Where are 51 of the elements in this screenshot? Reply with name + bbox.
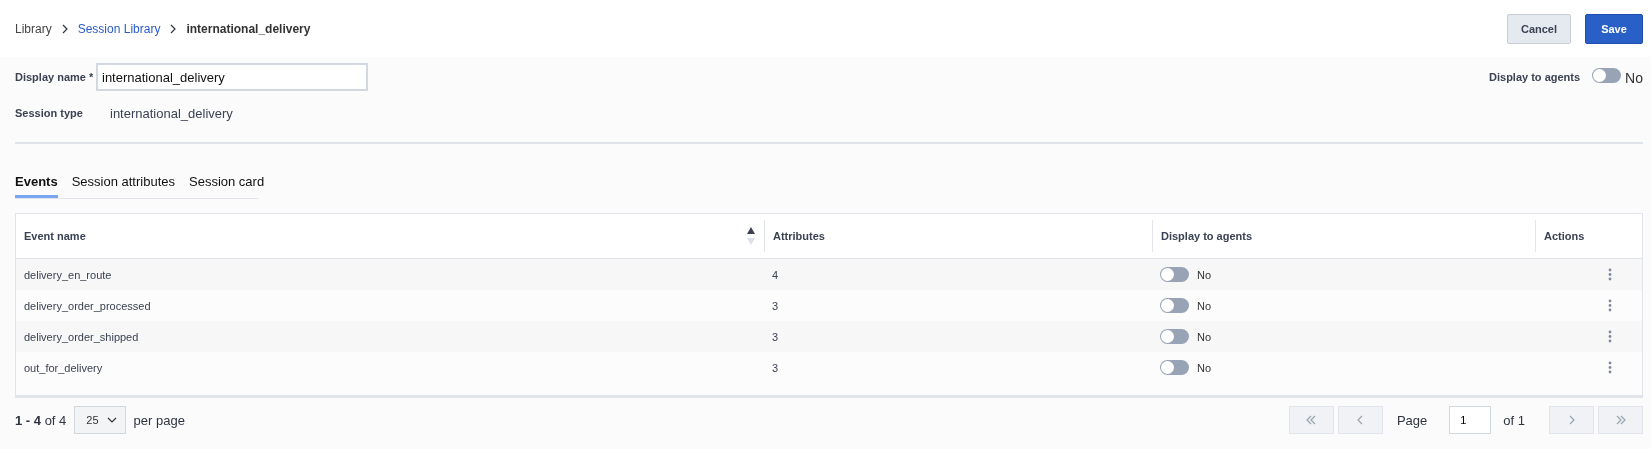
more-options-icon[interactable] bbox=[1608, 330, 1612, 343]
page-number-field[interactable]: 1 bbox=[1449, 406, 1492, 434]
breadcrumb-link[interactable]: Session Library bbox=[77, 21, 161, 36]
chevron-down-icon bbox=[106, 415, 117, 425]
page-total: of 1 bbox=[1503, 412, 1525, 428]
toggle-label: No bbox=[1197, 268, 1212, 281]
save-button[interactable]: Save bbox=[1585, 13, 1643, 44]
session-type-value: international_delivery bbox=[110, 105, 233, 121]
breadcrumb-item: Library bbox=[15, 21, 52, 36]
table-cell-text: out_for_delivery bbox=[23, 361, 104, 374]
column-header: Display to agents bbox=[1161, 230, 1253, 242]
toggle-switch[interactable] bbox=[1160, 329, 1189, 344]
toggle-label: No bbox=[1197, 299, 1212, 312]
table-cell-text: 3 bbox=[771, 299, 780, 312]
tab[interactable]: Session attributes bbox=[71, 172, 175, 198]
display-name-field[interactable]: international_delivery bbox=[96, 63, 368, 91]
toggle-switch[interactable] bbox=[1592, 67, 1622, 83]
toggle-switch[interactable] bbox=[1160, 298, 1189, 313]
double-chevron-left-icon bbox=[1306, 415, 1317, 425]
page-label: Page bbox=[1396, 412, 1428, 428]
table-cell-text: 3 bbox=[771, 330, 780, 343]
breadcrumb-item: international_delivery bbox=[186, 21, 311, 36]
field-label: Display name * bbox=[15, 71, 95, 83]
toggle-label: No bbox=[1197, 361, 1212, 374]
toggle-label: No bbox=[1197, 330, 1212, 343]
table-cell-text: 4 bbox=[771, 268, 780, 281]
table-cell-text: delivery_order_shipped bbox=[23, 330, 140, 343]
tab[interactable]: Events bbox=[15, 172, 58, 198]
table-cell-text: delivery_order_processed bbox=[23, 299, 152, 312]
field-label: Display to agents bbox=[1489, 71, 1581, 83]
last-page-button[interactable] bbox=[1598, 406, 1643, 434]
column-header: Event name bbox=[24, 230, 86, 242]
table-cell-text: 3 bbox=[771, 361, 780, 374]
more-options-icon[interactable] bbox=[1608, 299, 1612, 312]
page-size-dropdown[interactable]: 25 bbox=[74, 406, 126, 434]
toggle-label: No bbox=[1625, 69, 1643, 86]
per-page-label: per page bbox=[133, 412, 185, 428]
cancel-button[interactable]: Cancel bbox=[1507, 13, 1571, 44]
column-header: Attributes bbox=[773, 230, 825, 242]
sort-icon[interactable] bbox=[746, 226, 756, 246]
table-cell-text: delivery_en_route bbox=[23, 268, 113, 281]
double-chevron-right-icon bbox=[1615, 415, 1626, 425]
more-options-icon[interactable] bbox=[1608, 361, 1612, 374]
first-page-button[interactable] bbox=[1288, 406, 1334, 434]
tab[interactable]: Session card bbox=[189, 172, 265, 198]
more-options-icon[interactable] bbox=[1608, 268, 1612, 281]
toggle-switch[interactable] bbox=[1160, 360, 1189, 375]
field-label: Session type bbox=[15, 107, 84, 119]
result-count: 1 - 4 of 4 bbox=[15, 412, 67, 428]
column-header: Actions bbox=[1544, 230, 1585, 242]
toggle-switch[interactable] bbox=[1160, 267, 1189, 282]
